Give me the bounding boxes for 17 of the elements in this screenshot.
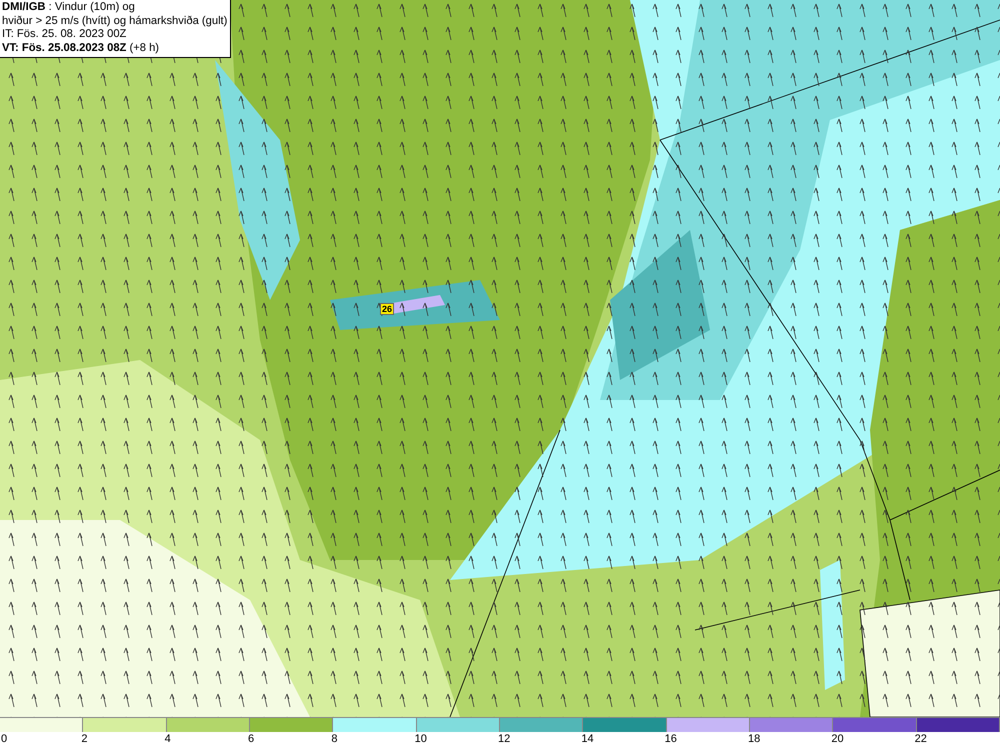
legend-tick-label: 20 (831, 732, 844, 747)
legend-tick-label: 6 (248, 732, 254, 747)
legend-tick-label: 14 (581, 732, 594, 747)
title-line: hviður > 25 m/s (hvítt) og hámarkshviða (gult) (2, 14, 228, 28)
legend-tick-label: 4 (164, 732, 171, 747)
title-line: VT: Fös. 25.08.2023 08Z (+8 h) (2, 42, 160, 56)
legend-tick-label: 8 (331, 732, 338, 747)
title-line: DMI/IGB : Vindur (10m) og (2, 1, 136, 15)
legend-tick-label: 12 (498, 732, 510, 747)
legend-tick-label: 10 (414, 732, 427, 747)
title-line: IT: Fös. 25. 08. 2023 00Z (2, 28, 128, 42)
legend-tick-label: 22 (914, 732, 927, 747)
legend-tick-label: 0 (1, 732, 8, 747)
legend-tick-label: 18 (748, 732, 760, 747)
legend-tick-label: 2 (81, 732, 88, 747)
gust-label: 26 (380, 303, 394, 315)
legend-tick-label: 16 (664, 732, 677, 747)
